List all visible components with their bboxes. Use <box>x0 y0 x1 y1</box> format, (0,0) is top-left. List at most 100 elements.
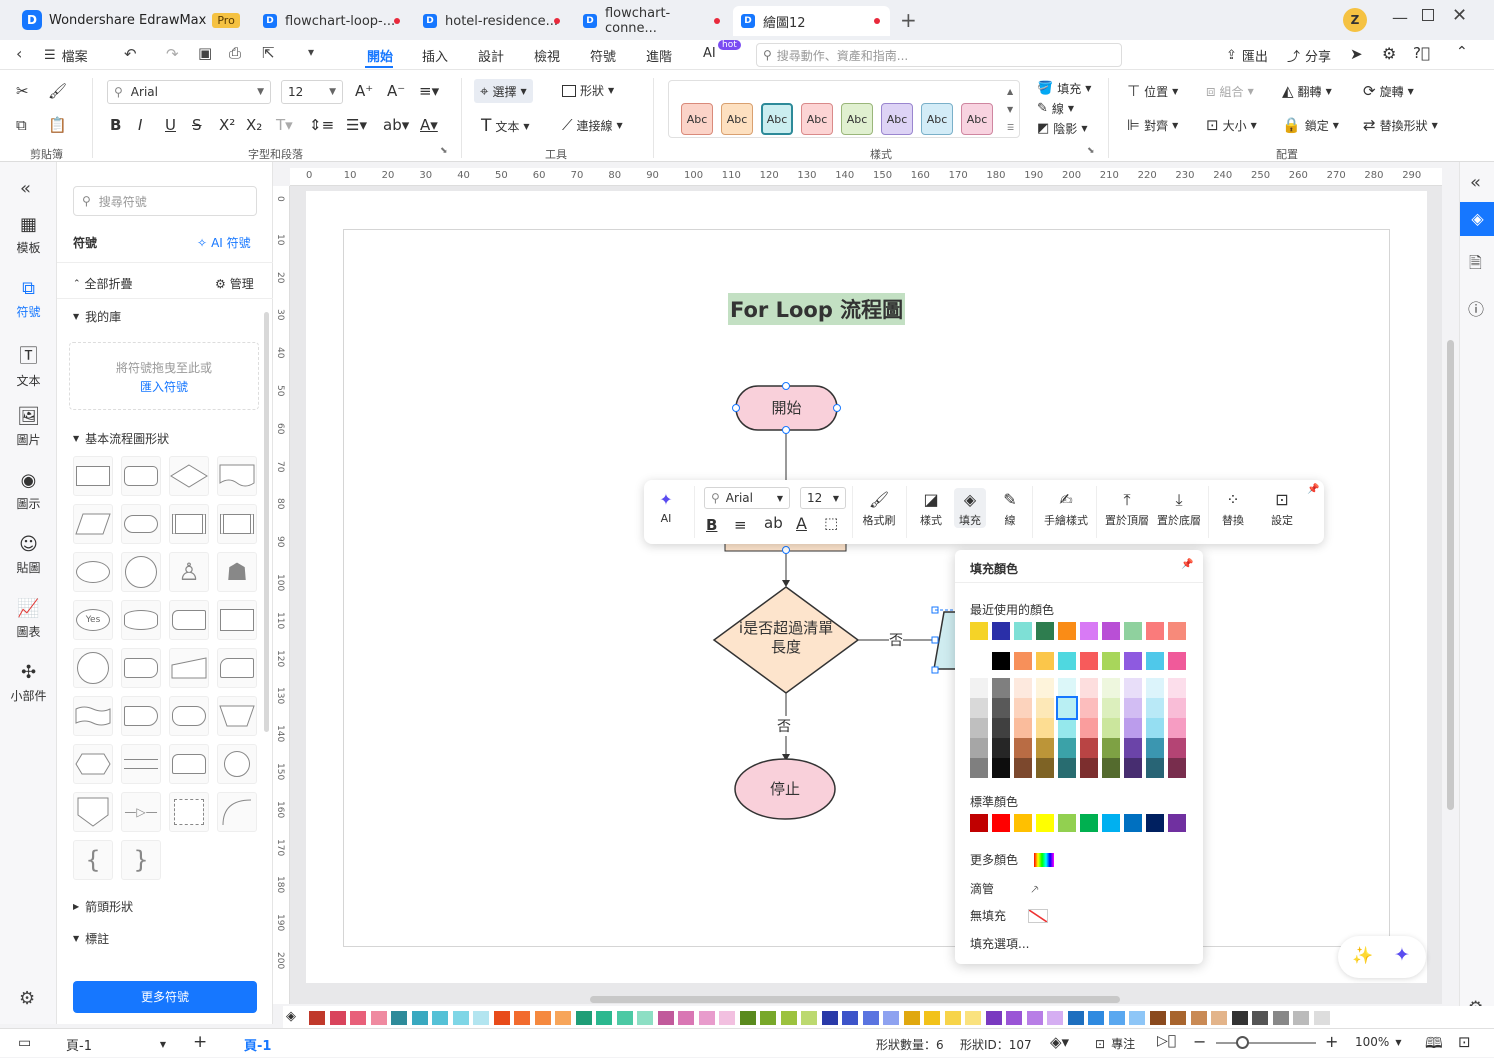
palette-color-swatch[interactable] <box>862 1011 879 1025</box>
recent-color-swatch[interactable] <box>1036 622 1054 640</box>
no-fill-option[interactable]: 無填充 <box>970 907 1049 924</box>
shape-stored-data[interactable] <box>169 600 209 640</box>
shape-data[interactable] <box>73 504 113 544</box>
tab-drawing12[interactable]: D 繪圖12 <box>733 6 890 36</box>
palette-color-swatch[interactable] <box>1067 1011 1084 1025</box>
fill-button[interactable]: 🪣 填充 ▼ <box>1037 80 1091 97</box>
theme-color-swatch[interactable] <box>1014 718 1032 738</box>
help-icon[interactable]: ?⃝ <box>1413 44 1430 62</box>
text-tool-button[interactable]: T 文本 ▼ <box>481 116 530 136</box>
line-button[interactable]: ✎ 線 ▼ <box>1037 100 1074 117</box>
recent-color-swatch[interactable] <box>1168 622 1186 640</box>
style-swatch[interactable]: Abc <box>721 103 753 135</box>
theme-color-swatch[interactable] <box>1080 678 1098 698</box>
align-button[interactable]: ⊫ 對齊 ▼ <box>1127 116 1178 134</box>
collapse-panel-icon[interactable]: « <box>20 178 31 199</box>
palette-color-swatch[interactable] <box>1272 1011 1289 1025</box>
line-spacing-icon[interactable]: ⇕≡ <box>309 116 334 134</box>
text-highlight-icon[interactable]: ab▾ <box>383 116 409 134</box>
palette-color-swatch[interactable] <box>637 1011 653 1025</box>
palette-color-swatch[interactable] <box>985 1011 1002 1025</box>
standard-color-swatch[interactable] <box>992 814 1010 832</box>
shape-parallel-lines[interactable] <box>121 744 161 784</box>
save-icon[interactable]: ▣ <box>198 44 212 62</box>
nav-images[interactable]: 🖼 圖片 <box>0 406 57 448</box>
palette-color-swatch[interactable] <box>883 1011 899 1025</box>
theme-color-swatch[interactable] <box>1036 738 1054 758</box>
palette-color-swatch[interactable] <box>616 1011 633 1025</box>
palette-color-swatch[interactable] <box>514 1011 530 1025</box>
theme-color-swatch[interactable] <box>1036 698 1054 718</box>
shape-connector-circle[interactable] <box>73 648 113 688</box>
style-swatch[interactable]: Abc <box>921 103 953 135</box>
redo-icon[interactable]: ↷ <box>166 45 179 63</box>
theme-color-swatch[interactable] <box>992 718 1010 738</box>
diagram-title[interactable]: For Loop 流程圖 <box>728 293 906 325</box>
export-share-icon[interactable]: ⇱ <box>262 44 275 62</box>
palette-color-swatch[interactable] <box>1047 1011 1063 1025</box>
palette-color-swatch[interactable] <box>1006 1011 1022 1025</box>
fill-format-icon[interactable]: ◈ <box>1460 202 1494 236</box>
theme-color-swatch[interactable] <box>1102 758 1120 778</box>
shadow-button[interactable]: ◩ 陰影 ▼ <box>1037 120 1087 137</box>
menu-ai[interactable]: AI <box>703 46 716 61</box>
text-highlight-icon[interactable]: ab <box>764 514 783 532</box>
superscript-icon[interactable]: X² <box>219 116 235 134</box>
shape-tape[interactable] <box>73 696 113 736</box>
shape-brace-left[interactable]: { <box>73 840 113 880</box>
settings-gear-icon[interactable]: ⚙ <box>1382 44 1396 63</box>
palette-color-swatch[interactable] <box>452 1011 469 1025</box>
standard-color-swatch[interactable] <box>1036 814 1054 832</box>
shape-ellipse[interactable] <box>73 552 113 592</box>
theme-color-swatch[interactable] <box>992 678 1010 698</box>
palette-color-swatch[interactable] <box>1293 1011 1309 1025</box>
theme-color-swatch[interactable] <box>992 738 1010 758</box>
theme-color-swatch[interactable] <box>970 698 988 718</box>
palette-color-swatch[interactable] <box>1231 1011 1248 1025</box>
theme-color-swatch[interactable] <box>1124 738 1142 758</box>
menu-symbols[interactable]: 符號 <box>590 46 616 65</box>
font-family-select[interactable]: ⚲ Arial ▼ <box>107 80 271 104</box>
shape-brace-right[interactable]: } <box>121 840 161 880</box>
palette-color-swatch[interactable] <box>842 1011 858 1025</box>
shape-display[interactable] <box>169 696 209 736</box>
zoom-slider-thumb[interactable] <box>1236 1036 1249 1049</box>
shape-manual-operation[interactable] <box>217 696 257 736</box>
strikethrough-icon[interactable]: S <box>192 116 202 134</box>
palette-color-swatch[interactable] <box>575 1011 592 1025</box>
page-tab-active[interactable]: 頁-1 <box>244 1035 271 1054</box>
theme-color-swatch[interactable] <box>1036 678 1054 698</box>
theme-color-swatch[interactable] <box>1124 698 1142 718</box>
theme-color-swatch[interactable] <box>1058 678 1076 698</box>
theme-color-swatch[interactable] <box>1058 718 1076 738</box>
shape-delay[interactable] <box>121 696 161 736</box>
theme-color-swatch[interactable] <box>1146 738 1164 758</box>
file-menu[interactable]: ☰ 檔案 <box>44 46 88 65</box>
palette-color-swatch[interactable] <box>698 1011 715 1025</box>
lock-button[interactable]: 🔒 鎖定 ▼ <box>1282 116 1339 134</box>
zoom-out-icon[interactable]: − <box>1193 1032 1206 1051</box>
theme-color-swatch[interactable] <box>1124 652 1142 670</box>
float-size-select[interactable]: 12 ▼ <box>800 487 846 509</box>
recent-color-swatch[interactable] <box>1080 622 1098 640</box>
palette-color-swatch[interactable] <box>780 1011 797 1025</box>
theme-color-swatch[interactable] <box>1080 652 1098 670</box>
fill-button-active[interactable]: ◈ 填充 <box>954 488 986 528</box>
back-icon[interactable]: ‹ <box>16 44 22 63</box>
palette-color-swatch[interactable] <box>739 1011 756 1025</box>
shape-manual-input[interactable] <box>169 648 209 688</box>
fit-page-icon[interactable]: ⊡ <box>1458 1033 1471 1051</box>
theme-color-swatch[interactable] <box>992 698 1010 718</box>
theme-color-swatch[interactable] <box>1102 718 1120 738</box>
theme-color-swatch[interactable] <box>1146 718 1164 738</box>
share-button[interactable]: ⤴ 分享 <box>1287 46 1331 65</box>
expand-dialog-icon[interactable]: ⬊ <box>1087 146 1095 156</box>
palette-color-swatch[interactable] <box>350 1011 366 1025</box>
new-tab-plus-icon[interactable]: + <box>900 8 917 32</box>
panel-scrollbar[interactable] <box>264 312 269 732</box>
standard-color-swatch[interactable] <box>970 814 988 832</box>
tab-flowchart-loop[interactable]: Dflowchart-loop-... <box>255 6 410 36</box>
format-painter-button[interactable]: 🖌 格式刷 <box>862 488 896 528</box>
align-text-icon[interactable]: ≡▾ <box>419 82 439 100</box>
basic-flowchart-header[interactable]: ▼ 基本流程圖形狀 <box>73 430 169 447</box>
